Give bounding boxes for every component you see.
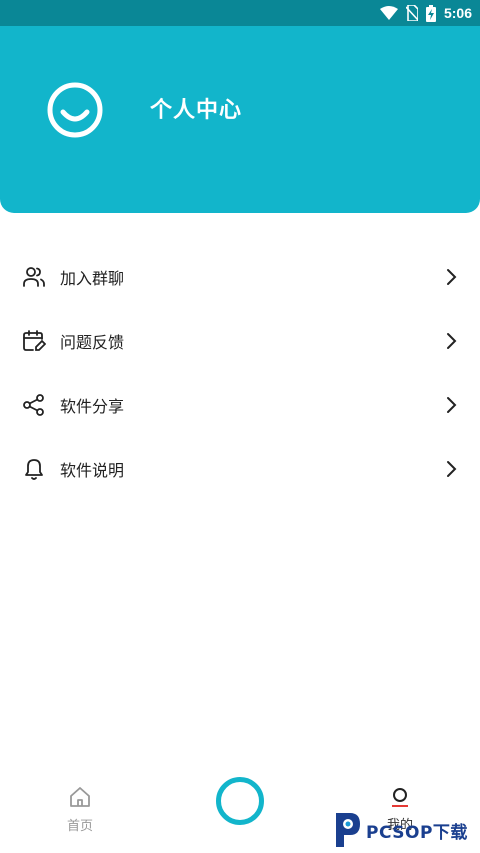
chevron-right-icon bbox=[442, 268, 460, 286]
menu-item-share[interactable]: 软件分享 bbox=[0, 373, 480, 437]
nav-home[interactable]: 首页 bbox=[50, 785, 110, 834]
bell-icon bbox=[22, 457, 46, 481]
menu-item-label: 问题反馈 bbox=[60, 333, 125, 352]
nav-home-label: 首页 bbox=[66, 819, 93, 834]
home-icon bbox=[68, 787, 92, 813]
page-title: 个人中心 bbox=[150, 98, 243, 123]
chevron-right-icon bbox=[442, 396, 460, 414]
menu-item-label: 加入群聊 bbox=[60, 269, 125, 288]
watermark-text: PCSOP下载 bbox=[366, 823, 468, 843]
smiley-icon[interactable] bbox=[46, 81, 104, 139]
menu-item-about[interactable]: 软件说明 bbox=[0, 437, 480, 501]
users-icon bbox=[22, 265, 46, 289]
chevron-right-icon bbox=[442, 460, 460, 478]
no-sim-icon bbox=[405, 5, 418, 21]
wifi-icon bbox=[379, 6, 398, 20]
menu-item-label: 软件分享 bbox=[60, 397, 125, 416]
menu-item-feedback[interactable]: 问题反馈 bbox=[0, 309, 480, 373]
menu-list: 加入群聊 问题反馈 软件分享 软件说明 bbox=[0, 245, 480, 501]
share-icon bbox=[22, 393, 46, 417]
chevron-right-icon bbox=[442, 332, 460, 350]
nav-center-button[interactable] bbox=[216, 777, 264, 825]
battery-charging-icon bbox=[425, 4, 436, 22]
menu-item-label: 软件说明 bbox=[60, 461, 125, 480]
profile-header: 个人中心 bbox=[0, 26, 480, 213]
pcsop-logo-icon bbox=[332, 809, 362, 853]
calendar-edit-icon bbox=[22, 329, 46, 353]
watermark: PCSOP下载 bbox=[332, 808, 480, 853]
status-time: 5:06 bbox=[443, 5, 472, 21]
status-bar: 5:06 bbox=[0, 0, 480, 26]
menu-item-join-group[interactable]: 加入群聊 bbox=[0, 245, 480, 309]
